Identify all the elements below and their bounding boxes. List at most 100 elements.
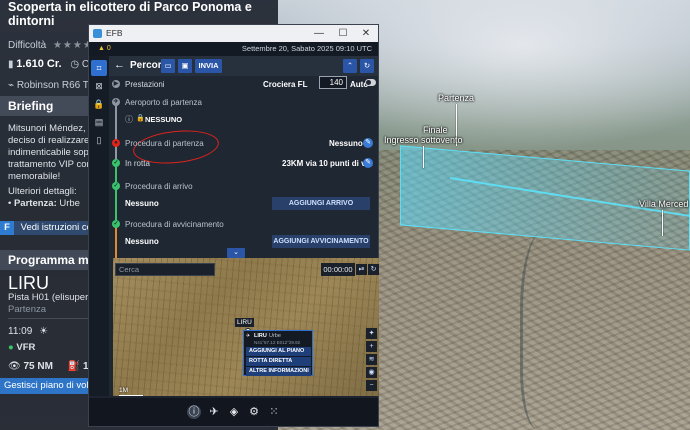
arrival-value: Nessuno: [125, 199, 159, 208]
enroute-label: In rotta: [125, 159, 150, 168]
sidebar-clipboard-icon[interactable]: ▯: [91, 132, 107, 148]
briefing-line-3: indimenticabile sopr: [8, 147, 92, 158]
departure-detail: • Partenza: Urbe: [8, 198, 80, 210]
sidebar-cancel-icon[interactable]: ⊠: [91, 78, 107, 94]
performance-label: Prestazioni: [125, 80, 165, 89]
popup-code: LIRU: [254, 333, 267, 339]
map-location-icon[interactable]: ◉: [366, 367, 377, 378]
status-dot-icon: ●: [8, 342, 14, 353]
info-icon[interactable]: ⓘ: [125, 114, 133, 125]
departure-proc-label: Procedura di partenza: [125, 139, 204, 148]
sidebar-route-icon[interactable]: ⌗: [91, 60, 107, 76]
marker-villa: Villa Merced: [639, 199, 689, 209]
collapse-panel-icon[interactable]: ⌄: [227, 248, 245, 258]
distance-icon: 👁: [8, 361, 21, 372]
sidebar-document-icon[interactable]: ▤: [91, 114, 107, 130]
add-approach-button[interactable]: AGGIUNGI AVVICINAMENTO: [272, 235, 370, 248]
weather-tab-icon[interactable]: ◈: [227, 405, 241, 419]
popup-name: Urbe: [269, 333, 281, 339]
map-zoom-in-icon[interactable]: +: [366, 341, 377, 352]
efb-map[interactable]: Cerca 00:00:00 ⏯ ↻ LIRU ✈ LIRU Urbe N41°…: [113, 258, 379, 396]
departure-airport-value: NESSUNO: [145, 115, 183, 124]
airport-popup: ✈ LIRU Urbe N41°57.12 E012°29.92 AGGIUNG…: [243, 330, 313, 376]
approach-label: Procedura di avvicinamento: [125, 220, 224, 229]
arrival-icon: ✓: [112, 182, 120, 190]
info-tab-icon[interactable]: ⓘ: [187, 405, 201, 419]
performance-icon: ▶: [112, 80, 120, 88]
approach-icon: ✓: [112, 220, 120, 228]
notification-count: 0: [106, 45, 111, 52]
details-label: Ulteriori dettagli:: [8, 186, 77, 197]
briefing-line-5: memorabile!: [8, 171, 61, 182]
marker-gate: Ingresso sottovento: [384, 135, 463, 145]
departure-airport-row[interactable]: ✈ Aeroporto di partenza ⓘ 🔒 NESSUNO: [109, 96, 378, 126]
refresh-icon[interactable]: ↻: [360, 59, 374, 73]
window-titlebar[interactable]: EFB — ☐ ✕: [89, 25, 378, 42]
popup-direct-route-button[interactable]: ROTTA DIRETTA: [246, 357, 311, 366]
send-button[interactable]: INVIA: [195, 59, 222, 73]
departure-proc-icon: ●: [112, 139, 120, 147]
cost-value: 1.610 Cr.: [16, 58, 62, 70]
settings-tab-icon[interactable]: ⚙: [247, 405, 261, 419]
back-arrow-icon[interactable]: ←: [114, 59, 125, 71]
difficulty-label: Difficoltà: [8, 40, 47, 51]
map-refresh-icon[interactable]: ↻: [368, 264, 379, 275]
popup-add-to-plan-button[interactable]: AGGIUNGI AL PIANO DI VOLO: [246, 347, 311, 363]
auto-toggle[interactable]: [365, 79, 376, 86]
popup-coords: N41°57.12 E012°29.92: [254, 340, 301, 345]
cruise-label: Crociera FL: [263, 80, 308, 89]
map-scale-label: 1M: [119, 387, 129, 394]
maximize-icon[interactable]: ☐: [331, 25, 355, 42]
popup-more-info-button[interactable]: ALTRE INFORMAZIONI: [246, 367, 311, 376]
marker-start: Partenza: [438, 93, 475, 103]
flight-rules: VFR: [16, 342, 36, 353]
minimize-icon[interactable]: —: [307, 25, 331, 42]
notification-badge: ▲ 0: [95, 44, 114, 54]
cost-row: ▮ 1.610 Cr. ◷ Co: [8, 58, 95, 70]
map-airport-tag[interactable]: LIRU: [235, 318, 254, 327]
map-compass-icon[interactable]: ✦: [366, 328, 377, 339]
app-icon: [93, 29, 102, 38]
sun-icon: ☀: [39, 326, 49, 337]
rules-row: ● VFR: [8, 342, 35, 354]
cruise-altitude-input[interactable]: 140: [319, 76, 347, 89]
efb-bottom-bar: ⓘ ✈ ◈ ⚙ ⁙: [89, 398, 378, 426]
time-row: 11:09 ☀: [8, 326, 48, 338]
collapse-icon[interactable]: ⌃: [343, 59, 357, 73]
map-timer: 00:00:00: [321, 263, 355, 276]
marker-final: Finale: [423, 125, 448, 135]
enroute-row[interactable]: ✓ In rotta 23KM via 10 punti di via ✎: [109, 155, 378, 171]
efb-window: EFB — ☐ ✕ ▲ 0 Settembre 20, Sabato 2025 …: [88, 24, 379, 427]
map-zoom-out-icon[interactable]: −: [366, 380, 377, 391]
status-strip: ▲ 0 Settembre 20, Sabato 2025 09:10 UTC: [89, 42, 378, 56]
departure-value: Urbe: [59, 198, 80, 209]
river: [520, 230, 580, 430]
credits-icon: ▮: [8, 59, 14, 70]
sidebar-lock-icon[interactable]: 🔒: [91, 96, 107, 112]
map-search-input[interactable]: Cerca: [115, 263, 215, 276]
briefing-line-4: trattamento VIP com: [8, 159, 95, 170]
approach-value: Nessuno: [125, 237, 159, 246]
airport-name: Pista H01 (elisuperfi: [8, 292, 94, 303]
departure-key: Partenza:: [13, 198, 57, 209]
departure-airport-icon: ✈: [112, 98, 120, 106]
edit-enroute-icon[interactable]: ✎: [363, 158, 373, 168]
apps-grid-icon[interactable]: ⁙: [267, 405, 281, 419]
instructions-label: Vedi istruzioni co: [20, 222, 92, 233]
arrival-label: Procedura di arrivo: [125, 182, 193, 191]
aircraft-row: ⌁ Robinson R66 T: [8, 80, 89, 91]
open-folder-icon[interactable]: ▭: [161, 59, 175, 73]
map-layers-icon[interactable]: ≋: [366, 354, 377, 365]
map-scale-bar: [119, 395, 143, 396]
add-arrival-button[interactable]: AGGIUNGI ARRIVO: [272, 197, 370, 210]
enroute-value: 23KM via 10 punti di via: [282, 159, 373, 168]
departure-proc-row[interactable]: ● Procedura di partenza Nessuno ✎: [109, 135, 378, 151]
marker-gate-pin: [423, 146, 424, 168]
edit-departure-icon[interactable]: ✎: [363, 138, 373, 148]
save-icon[interactable]: ▣: [178, 59, 192, 73]
window-title: EFB: [106, 28, 123, 38]
plane-tab-icon[interactable]: ✈: [207, 405, 221, 419]
map-playback-icon[interactable]: ⏯: [356, 264, 367, 275]
popup-airport-icon: ✈: [246, 333, 251, 339]
close-icon[interactable]: ✕: [354, 25, 378, 42]
